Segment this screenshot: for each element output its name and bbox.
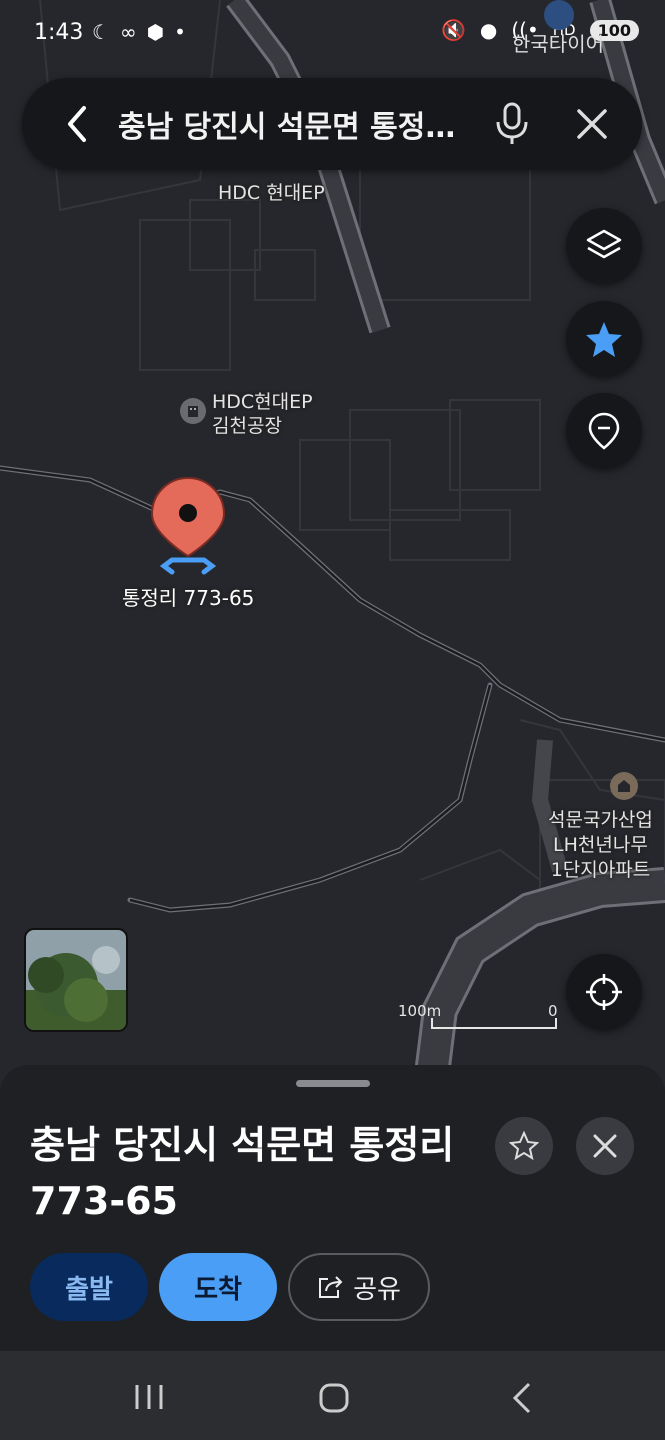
microphone-icon xyxy=(496,102,528,144)
system-nav-bar xyxy=(0,1351,665,1440)
crosshair-icon xyxy=(586,974,622,1010)
home-icon[interactable] xyxy=(319,1383,349,1413)
clock: 1:43 xyxy=(34,20,84,45)
location-icon: ● xyxy=(479,18,498,42)
apt-line2: LH천년나무 xyxy=(553,834,648,856)
close-sheet-button[interactable] xyxy=(576,1117,634,1175)
factory-icon[interactable] xyxy=(180,398,206,424)
star-icon xyxy=(586,322,622,357)
depart-button[interactable]: 출발 xyxy=(30,1253,148,1321)
voice-search-button[interactable] xyxy=(484,96,540,152)
recent-apps-icon[interactable] xyxy=(134,1384,164,1410)
apartment-icon[interactable] xyxy=(610,772,638,800)
save-favorite-button[interactable] xyxy=(495,1117,553,1175)
dot-icon: • xyxy=(174,20,186,44)
share-icon xyxy=(319,1276,343,1298)
mute-icon: 🔇 xyxy=(440,18,466,42)
place-title: 충남 당진시 석문면 통정리 773-65 xyxy=(30,1123,455,1223)
link-icon: ∞ xyxy=(119,20,137,44)
map-poi-icon xyxy=(544,0,574,30)
star-outline-icon xyxy=(509,1131,539,1161)
place-detail-sheet[interactable]: 충남 당진시 석문면 통정리 773-65 출발 도착 공유 xyxy=(0,1065,665,1351)
map-label-apartment[interactable]: 석문국가산업 LH천년나무 1단지아파트 xyxy=(548,808,653,883)
map-scale: 100m 0 xyxy=(398,1002,558,1029)
close-icon xyxy=(577,109,607,139)
carrier-overlay-label: 한국타이어 xyxy=(512,32,604,56)
saved-places-button[interactable] xyxy=(566,393,642,469)
status-icons-left: ☾ ∞ ⬢ • xyxy=(92,20,186,44)
factory-subname: 김천공장 xyxy=(212,415,282,437)
back-button[interactable] xyxy=(52,99,102,149)
back-nav-icon[interactable] xyxy=(511,1382,533,1414)
clear-search-button[interactable] xyxy=(564,96,620,152)
street-view-thumbnail[interactable] xyxy=(24,928,128,1032)
my-location-button[interactable] xyxy=(566,954,642,1030)
share-button[interactable]: 공유 xyxy=(288,1253,430,1321)
apt-line1: 석문국가산업 xyxy=(548,809,653,831)
back-arrow-icon xyxy=(68,106,86,142)
status-bar: 1:43 ☾ ∞ ⬢ • 🔇 ● ((• HD 100 한국타이어 xyxy=(0,0,665,62)
sheet-handle[interactable] xyxy=(296,1080,370,1087)
search-query[interactable]: 충남 당진시 석문면 통정... xyxy=(118,102,458,146)
pin-label: 통정리 773-65 xyxy=(122,586,255,610)
favorites-button[interactable] xyxy=(566,301,642,377)
share-label: 공유 xyxy=(353,1274,401,1305)
search-bar[interactable]: 충남 당진시 석문면 통정... xyxy=(22,78,642,170)
apt-line3: 1단지아파트 xyxy=(550,859,651,881)
map-label-hdc[interactable]: HDC 현대EP xyxy=(218,178,325,205)
map-label-hdc-factory[interactable]: HDC현대EP 김천공장 xyxy=(212,390,313,438)
place-marker-icon xyxy=(588,412,620,450)
moon-icon: ☾ xyxy=(92,20,110,44)
factory-name: HDC현대EP xyxy=(212,391,313,413)
cube-icon: ⬢ xyxy=(146,20,165,44)
location-pin-icon[interactable] xyxy=(150,476,230,586)
close-icon xyxy=(593,1134,617,1158)
arrive-button[interactable]: 도착 xyxy=(159,1253,277,1321)
layers-button[interactable] xyxy=(566,208,642,284)
layers-icon xyxy=(586,229,622,259)
